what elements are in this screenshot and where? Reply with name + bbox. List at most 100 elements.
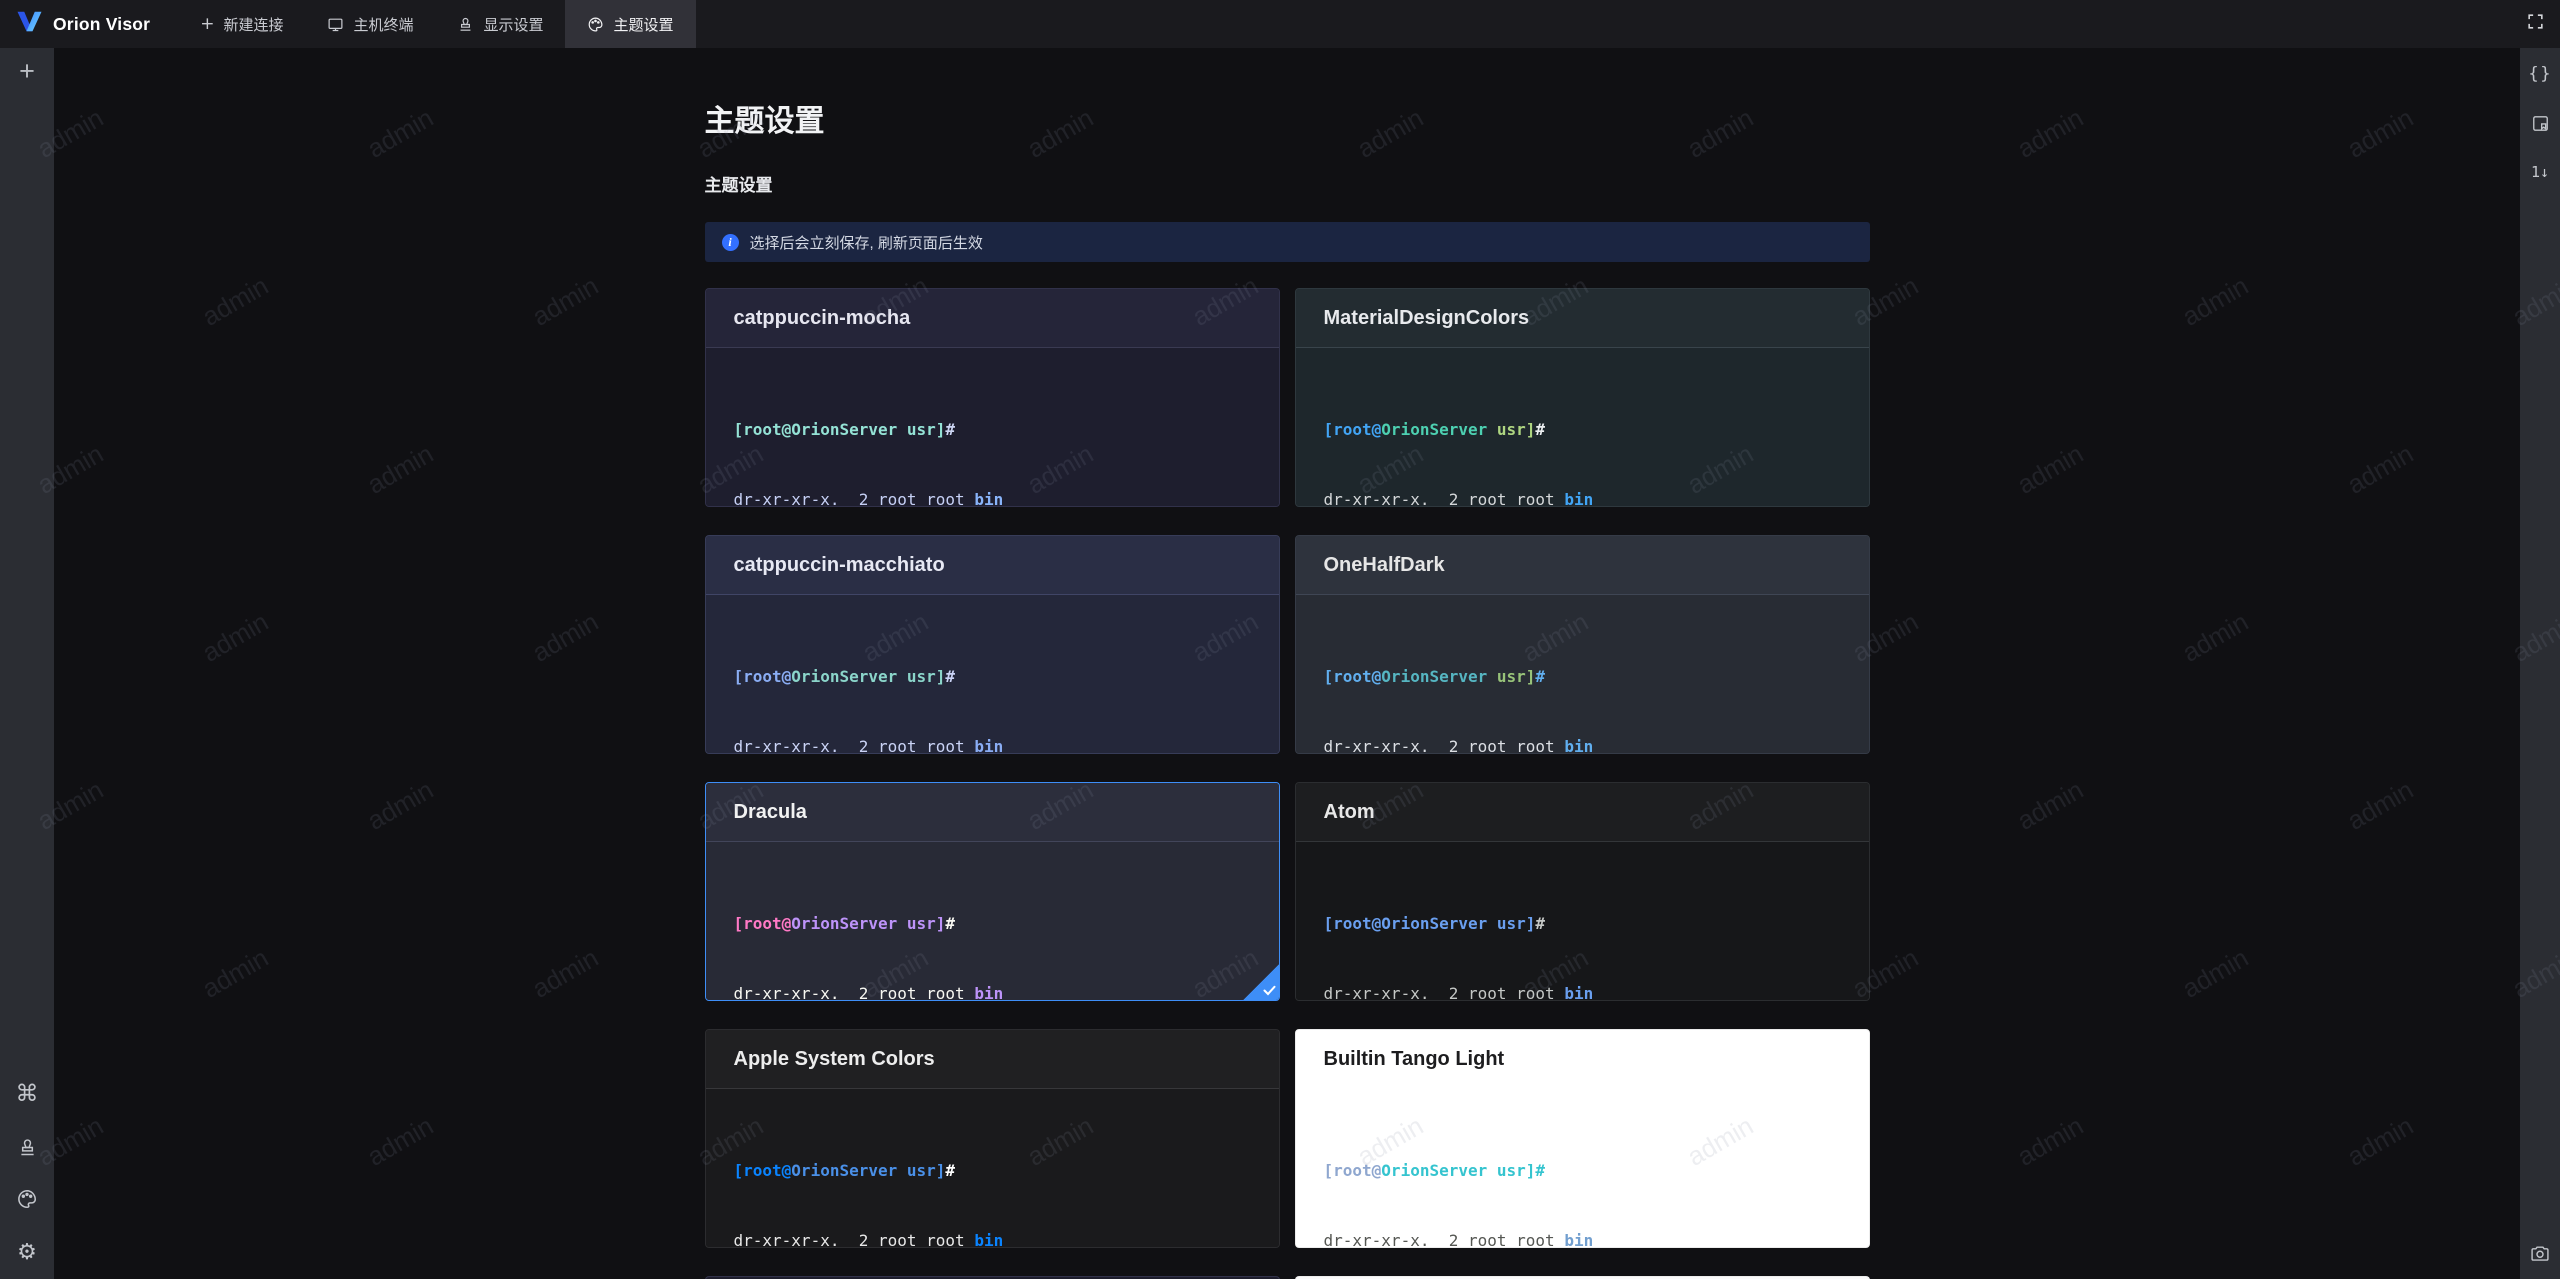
prompt-segment: usr] — [1496, 667, 1536, 687]
page-title: 主题设置 — [704, 105, 825, 138]
terminal-lines: dr-xr-xr-x. 2 root root bindr-xr-xr-x. 2… — [1323, 1229, 1841, 1248]
prompt-segment: [root@ — [733, 1161, 792, 1181]
main-area: 主题设置 主题设置 i 选择后会立刻保存, 刷新页面后生效 catppuccin… — [54, 48, 2520, 1279]
prompt-segment: [root@ — [1323, 420, 1382, 440]
theme-card-header: catppuccin-macchiato — [705, 536, 1279, 595]
info-icon: i — [721, 233, 739, 251]
terminal-preview: [root@OrionServer usr]# dr-xr-xr-x. 2 ro… — [1295, 348, 1869, 507]
fullscreen-icon[interactable] — [2526, 12, 2545, 36]
prompt-segment: OrionServer — [1381, 420, 1497, 440]
orion-visor-logo-icon — [16, 9, 43, 39]
sort-order-icon[interactable]: 1↓ — [2531, 163, 2549, 181]
prompt-segment: OrionServer usr] — [791, 1161, 946, 1181]
terminal-line: dr-xr-xr-x. 2 root root bin — [733, 490, 1004, 507]
plus-icon: + — [200, 13, 215, 34]
theme-card[interactable]: MaterialDesignColors [root@OrionServer u… — [1294, 288, 1870, 507]
theme-card-header: Atom — [1295, 783, 1869, 842]
terminal-line: dr-xr-xr-x. 2 root root bin — [733, 1231, 1004, 1248]
prompt-segment: # — [945, 420, 956, 440]
terminal-prompt: [root@OrionServer usr]# — [1324, 912, 1841, 935]
theme-name: Dracula — [733, 800, 807, 823]
tab-label: 新建连接 — [223, 16, 284, 34]
prompt-segment: # — [945, 1161, 956, 1181]
section-title: 主题设置 — [704, 176, 773, 195]
prompt-segment: [root@ — [1323, 667, 1382, 687]
tab-theme-settings[interactable]: 主题设置 — [565, 0, 696, 48]
form-bookmark-icon[interactable] — [2531, 114, 2550, 133]
terminal-line: dr-xr-xr-x. 2 root root bin — [1323, 490, 1594, 507]
screenshot-camera-icon[interactable] — [2530, 1243, 2550, 1263]
stamp-icon[interactable] — [17, 1137, 38, 1158]
top-navbar: Orion Visor + 新建连接 主机终端 显示设置 主题设置 — [0, 0, 2560, 48]
tab-label: 显示设置 — [483, 16, 544, 34]
theme-card-header: Builtin Tango Light — [1295, 1030, 1869, 1089]
info-banner-text: 选择后会立刻保存, 刷新页面后生效 — [749, 234, 983, 252]
terminal-line: dr-xr-xr-x. 2 root root bin — [733, 737, 1004, 754]
terminal-prompt: [root@OrionServer usr]# — [734, 1159, 1251, 1182]
theme-card[interactable]: catppuccin-macchiato [root@OrionServer u… — [704, 535, 1280, 754]
theme-card[interactable]: Builtin Tango Light [root@OrionServer us… — [1294, 1029, 1870, 1248]
tab-host-terminal[interactable]: 主机终端 — [305, 0, 435, 48]
prompt-segment: OrionServer usr] — [791, 914, 946, 934]
palette-icon — [587, 16, 604, 33]
tab-label: 主题设置 — [613, 16, 674, 34]
tab-new-connection[interactable]: + 新建连接 — [178, 0, 305, 48]
selected-check-icon — [1242, 964, 1279, 1000]
theme-name: MaterialDesignColors — [1323, 306, 1530, 329]
prompt-segment: usr] — [1496, 420, 1536, 440]
tab-display-settings[interactable]: 显示设置 — [435, 0, 565, 48]
terminal-line: dr-xr-xr-x. 2 root root bin — [733, 984, 1004, 1001]
theme-card-header: Dracula — [705, 783, 1279, 842]
prompt-segment: [root@OrionServer usr] — [1323, 914, 1536, 934]
command-shortcut-icon[interactable]: ⌘ — [16, 1081, 39, 1107]
prompt-segment: # — [945, 914, 956, 934]
gear-icon[interactable]: ⚙ — [17, 1240, 37, 1265]
terminal-preview: [root@OrionServer usr]# dr-xr-xr-x. 2 ro… — [1295, 595, 1869, 753]
terminal-preview: [root@OrionServer usr]# dr-xr-xr-x. 2 ro… — [705, 348, 1279, 507]
terminal-lines: dr-xr-xr-x. 2 root root bindr-xr-xr-x. 2… — [733, 488, 1251, 507]
prompt-segment: [root@OrionServer usr] — [733, 420, 946, 440]
theme-card[interactable]: Atom [root@OrionServer usr]# dr-xr-xr-x.… — [1294, 782, 1870, 1001]
theme-name: OneHalfDark — [1323, 553, 1445, 576]
terminal-lines: dr-xr-xr-x. 2 root root bindr-xr-xr-x. 2… — [1323, 488, 1841, 507]
theme-name: catppuccin-mocha — [733, 306, 911, 329]
prompt-segment: # — [1535, 420, 1546, 440]
prompt-segment: # — [945, 667, 956, 687]
terminal-lines: dr-xr-xr-x. 2 root root bindr-xr-xr-x. 2… — [733, 1229, 1251, 1248]
terminal-line: dr-xr-xr-x. 2 root root bin — [1323, 1231, 1594, 1248]
theme-grid: catppuccin-mocha [root@OrionServer usr]#… — [704, 288, 1870, 1279]
theme-card[interactable]: Apple System Colors [root@OrionServer us… — [704, 1029, 1280, 1248]
tab-label: 主机终端 — [353, 16, 414, 34]
prompt-segment: OrionServer — [1381, 667, 1497, 687]
prompt-segment: [root@ — [733, 667, 792, 687]
terminal-prompt: [root@OrionServer usr]# — [734, 418, 1251, 441]
terminal-preview: [root@OrionServer usr]# dr-xr-xr-x. 2 ro… — [705, 1089, 1279, 1248]
terminal-preview: [root@OrionServer usr]# dr-xr-xr-x. 2 ro… — [1295, 842, 1869, 1000]
brand-name: Orion Visor — [53, 13, 151, 34]
theme-name: Builtin Tango Light — [1323, 1047, 1505, 1070]
right-sidebar: {} 1↓ — [2520, 48, 2560, 1279]
terminal-prompt: [root@OrionServer usr]# — [1324, 418, 1841, 441]
prompt-segment: [root@ — [1323, 1161, 1382, 1181]
info-banner: i 选择后会立刻保存, 刷新页面后生效 — [704, 222, 1870, 262]
theme-name: Atom — [1323, 800, 1375, 823]
braces-variables-icon[interactable]: {} — [2528, 64, 2552, 84]
terminal-lines: dr-xr-xr-x. 2 root root bindr-xr-xr-x. 2… — [1324, 735, 1841, 753]
theme-card[interactable]: OneHalfDark [root@OrionServer usr]# dr-x… — [1294, 535, 1870, 754]
terminal-lines: dr-xr-xr-x. 2 root root bindr-xr-xr-x. 2… — [1324, 982, 1841, 1000]
terminal-preview: [root@OrionServer usr]# dr-xr-xr-x. 2 ro… — [705, 842, 1279, 1001]
theme-card[interactable]: catppuccin-mocha [root@OrionServer usr]#… — [704, 288, 1280, 507]
palette-icon[interactable] — [16, 1188, 38, 1210]
theme-name: catppuccin-macchiato — [733, 553, 945, 576]
terminal-prompt: [root@OrionServer usr]# — [734, 912, 1251, 935]
terminal-preview: [root@OrionServer usr]# dr-xr-xr-x. 2 ro… — [1295, 1089, 1869, 1248]
prompt-segment: # — [1535, 914, 1546, 934]
terminal-prompt: [root@OrionServer usr]# — [1324, 665, 1841, 688]
theme-card[interactable]: Dracula [root@OrionServer usr]# dr-xr-xr… — [704, 782, 1280, 1001]
left-sidebar-bottom: ⌘ ⚙ — [16, 1081, 39, 1265]
prompt-segment: OrionServer usr] — [791, 667, 946, 687]
stamp-icon — [457, 16, 474, 33]
add-icon[interactable]: + — [19, 58, 35, 85]
terminal-lines: dr-xr-xr-x. 2 root root bindr-xr-xr-x. 2… — [733, 982, 1251, 1001]
prompt-segment: OrionServer usr]# — [1381, 1161, 1546, 1181]
